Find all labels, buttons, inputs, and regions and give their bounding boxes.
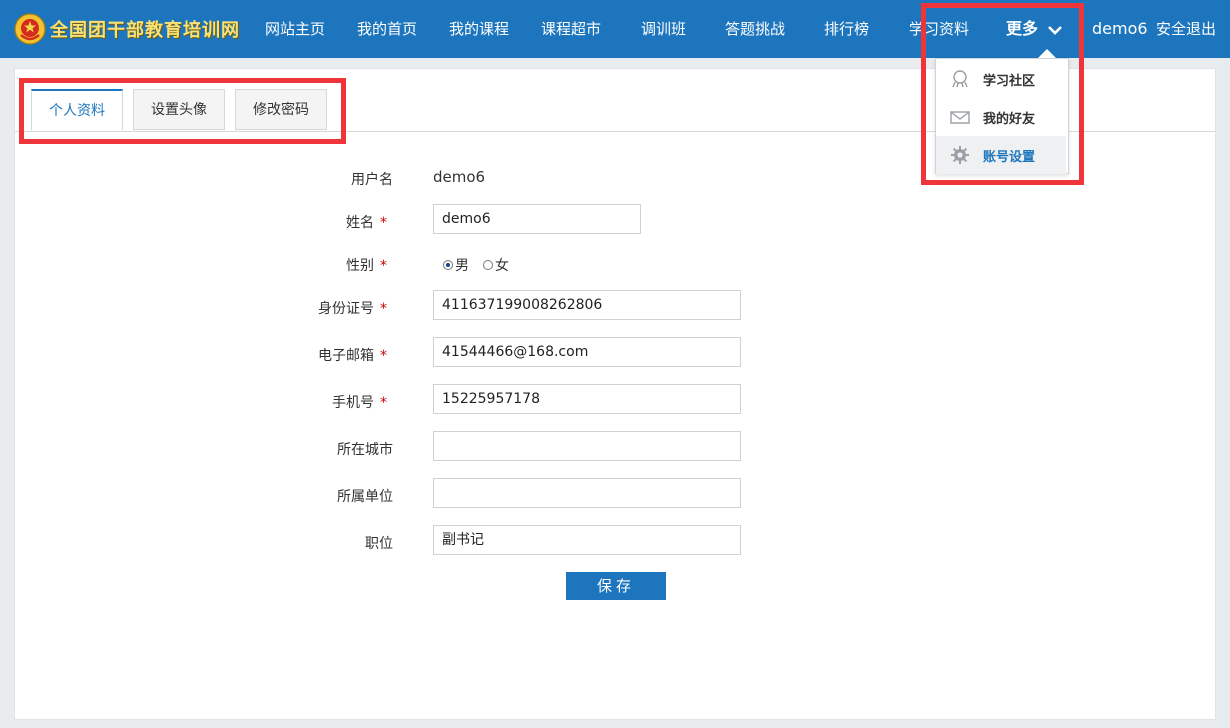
- gender-female-radio[interactable]: 女: [483, 255, 509, 275]
- nav-my-home[interactable]: 我的首页: [357, 0, 417, 58]
- tab-avatar[interactable]: 设置头像: [133, 89, 225, 130]
- radio-unselected-icon: [483, 260, 493, 270]
- nav-course-market[interactable]: 课程超市: [541, 0, 601, 58]
- more-dropdown-menu: 学习社区 我的好友 账号设置: [935, 58, 1069, 174]
- nav-leaderboard[interactable]: 排行榜: [824, 0, 869, 58]
- required-mark: *: [380, 301, 387, 317]
- required-mark: *: [380, 348, 387, 364]
- username-value: demo6: [433, 168, 486, 186]
- menu-item-community[interactable]: 学习社区: [936, 60, 1066, 98]
- chevron-down-icon: [1047, 25, 1062, 35]
- phone-field[interactable]: 15225957178: [433, 384, 741, 414]
- nav-training-class[interactable]: 调训班: [641, 0, 686, 58]
- id-number-label: 身份证号 *: [318, 301, 387, 317]
- dropdown-caret: [1038, 49, 1056, 58]
- menu-item-account-settings[interactable]: 账号设置: [936, 136, 1066, 174]
- required-mark: *: [380, 258, 387, 274]
- organization-field[interactable]: [433, 478, 741, 508]
- tab-password[interactable]: 修改密码: [235, 89, 327, 130]
- username-label: 用户名: [351, 172, 393, 188]
- site-logo[interactable]: 全国团干部教育培训网: [14, 12, 240, 46]
- menu-item-friends[interactable]: 我的好友: [936, 98, 1066, 136]
- name-label: 姓名 *: [346, 215, 387, 231]
- email-label: 电子邮箱 *: [318, 348, 387, 364]
- gender-male-radio[interactable]: 男: [443, 255, 469, 275]
- youth-league-emblem-icon: [14, 13, 46, 45]
- nav-more-label: 更多: [1006, 19, 1039, 38]
- nav-home[interactable]: 网站主页: [265, 0, 325, 58]
- required-mark: *: [380, 395, 387, 411]
- tab-profile[interactable]: 个人资料: [31, 89, 123, 131]
- envelope-icon: [950, 111, 970, 124]
- city-label: 所在城市: [337, 442, 393, 458]
- id-number-field[interactable]: 411637199008262806: [433, 290, 741, 320]
- nav-my-courses[interactable]: 我的课程: [449, 0, 509, 58]
- email-field[interactable]: 41544466@168.com: [433, 337, 741, 367]
- gender-label: 性别 *: [346, 258, 387, 274]
- community-icon: [952, 70, 968, 88]
- required-mark: *: [380, 215, 387, 231]
- city-field[interactable]: [433, 431, 741, 461]
- user-name[interactable]: demo6: [1092, 0, 1148, 58]
- site-title: 全国团干部教育培训网: [50, 20, 240, 41]
- save-button[interactable]: 保存: [566, 572, 666, 600]
- position-label: 职位: [365, 536, 393, 552]
- nav-quiz-challenge[interactable]: 答题挑战: [725, 0, 785, 58]
- gear-icon: [951, 146, 969, 164]
- nav-study-materials[interactable]: 学习资料: [909, 0, 969, 58]
- name-field[interactable]: demo6: [433, 204, 641, 234]
- logout-link[interactable]: 安全退出: [1156, 0, 1216, 58]
- phone-label: 手机号 *: [332, 395, 387, 411]
- position-field[interactable]: 副书记: [433, 525, 741, 555]
- organization-label: 所属单位: [337, 489, 393, 505]
- radio-selected-icon: [443, 260, 453, 270]
